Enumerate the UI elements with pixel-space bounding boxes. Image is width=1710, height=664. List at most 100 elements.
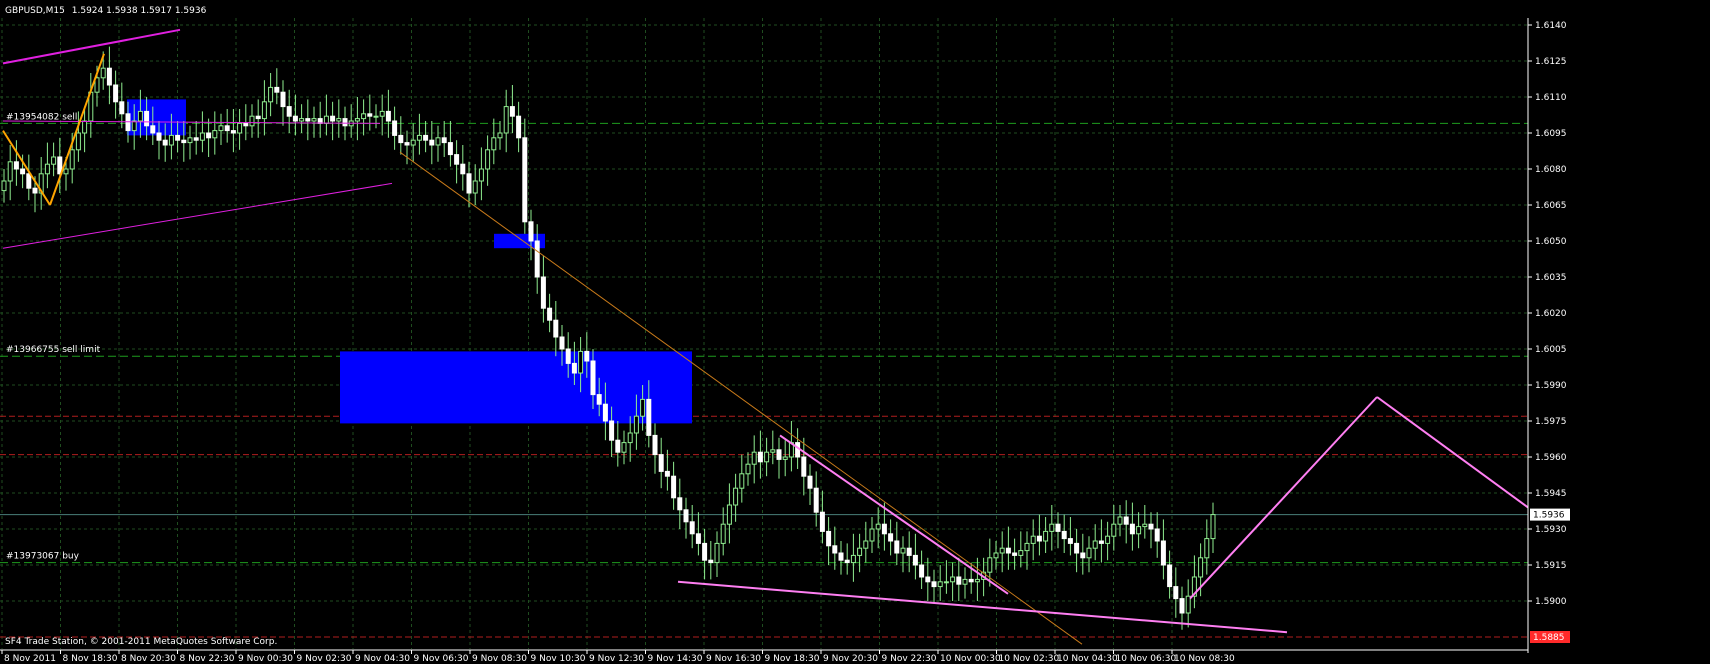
candle-body <box>398 134 404 144</box>
candle-body <box>441 137 447 144</box>
candle-body <box>336 118 342 122</box>
candle-body <box>1074 542 1080 554</box>
candle-body <box>404 142 410 146</box>
candle-body <box>106 67 112 86</box>
y-tick-label: 1.5915 <box>1535 561 1567 571</box>
candle-body <box>931 581 937 588</box>
y-tick-label: 1.5960 <box>1535 453 1567 463</box>
candle-body <box>51 156 57 165</box>
candle-body <box>1043 530 1049 542</box>
candle-body <box>664 470 670 477</box>
candle-body <box>478 168 484 182</box>
price-chart[interactable]: 1.6140 1.6125 1.6110 1.6095 1.6080 1.6065 1.60… <box>0 0 1710 664</box>
candle-body <box>745 463 751 475</box>
candle-body <box>1148 523 1154 530</box>
x-tick-label: 9 Nov 20:30 <box>823 654 878 664</box>
candle-body <box>708 559 714 564</box>
candle-body <box>497 132 503 139</box>
ohlc-values: 1.5924 1.5938 1.5917 1.5936 <box>72 6 207 16</box>
candle-body <box>119 101 125 115</box>
candle-body <box>175 134 181 141</box>
y-tick-label: 1.5900 <box>1535 597 1567 607</box>
current-price-tag-text: 1.5936 <box>1533 511 1565 521</box>
stop-price-tag-text: 1.5885 <box>1533 633 1565 643</box>
candle-body <box>733 487 739 506</box>
candle-body <box>1160 540 1166 566</box>
candle-body <box>646 398 652 436</box>
candle-body <box>137 110 143 122</box>
order-label-sell: #13954082 sell <box>6 112 77 122</box>
candle-body <box>144 110 150 127</box>
candle-body <box>838 552 844 561</box>
candle-body <box>974 578 980 583</box>
candle-body <box>199 132 205 141</box>
y-tick-label: 1.6095 <box>1535 129 1567 139</box>
candle-body <box>640 398 646 417</box>
candle-body <box>819 511 825 532</box>
x-tick-label: 10 Nov 04:30 <box>1057 654 1118 664</box>
candle-body <box>1142 523 1148 528</box>
candle-body <box>1018 550 1024 556</box>
y-tick-label: 1.5990 <box>1535 381 1567 391</box>
candle-body <box>1086 547 1092 559</box>
candle-body <box>1036 535 1042 542</box>
candle-body <box>305 118 311 122</box>
candle-body <box>44 163 50 175</box>
blue-zone <box>340 351 692 424</box>
candle-body <box>454 154 460 165</box>
candle-body <box>1098 540 1104 544</box>
candle-body <box>863 540 869 549</box>
candle-body <box>869 528 875 542</box>
x-tick-label: 9 Nov 22:30 <box>882 654 937 664</box>
candle-body <box>509 106 515 117</box>
candle-body <box>571 362 577 374</box>
y-tick-label: 1.6080 <box>1535 165 1567 175</box>
candle-body <box>1117 516 1123 525</box>
y-tick-label: 1.6050 <box>1535 237 1567 247</box>
candle-body <box>751 451 757 465</box>
x-tick-label: 10 Nov 00:30 <box>940 654 1001 664</box>
candle-body <box>354 118 360 122</box>
x-tick-label: 10 Nov 06:30 <box>1116 654 1177 664</box>
candle-body <box>757 451 763 463</box>
candle-body <box>540 276 546 309</box>
candle-body <box>702 542 708 561</box>
candle-body <box>652 434 658 456</box>
candle-body <box>361 113 367 120</box>
candle-body <box>956 576 962 585</box>
candle-body <box>1030 535 1036 544</box>
candle-body <box>881 523 887 535</box>
y-tick-label: 1.6140 <box>1535 21 1567 31</box>
candle-body <box>429 139 435 146</box>
candle-body <box>1061 530 1067 540</box>
candle-body <box>299 118 305 122</box>
candle-body <box>20 168 26 175</box>
candle-body <box>850 554 856 564</box>
candle-body <box>292 115 298 122</box>
y-tick-label: 1.6020 <box>1535 309 1567 319</box>
candle-body <box>912 554 918 566</box>
x-tick-label: 10 Nov 08:30 <box>1174 654 1235 664</box>
candle-body <box>1173 586 1179 600</box>
y-tick-label: 1.5945 <box>1535 489 1567 499</box>
candle-body <box>677 497 683 511</box>
candle-body <box>32 187 38 194</box>
candle-body <box>764 451 770 463</box>
candle-body <box>82 120 88 134</box>
x-tick-label: 9 Nov 02:30 <box>297 654 352 664</box>
candle-body <box>342 118 348 127</box>
candle-body <box>385 110 391 122</box>
candle-body <box>906 547 912 556</box>
candle-body <box>590 360 596 396</box>
candle-body <box>224 125 230 132</box>
candle-body <box>1111 523 1117 537</box>
candle-body <box>894 540 900 554</box>
candle-body <box>857 547 863 556</box>
candle-body <box>261 101 267 120</box>
candle-body <box>237 122 243 134</box>
candle-body <box>466 173 472 194</box>
candle-body <box>187 137 193 144</box>
candle-body <box>1204 538 1210 559</box>
candle-body <box>553 319 559 338</box>
candle-body <box>993 552 999 559</box>
